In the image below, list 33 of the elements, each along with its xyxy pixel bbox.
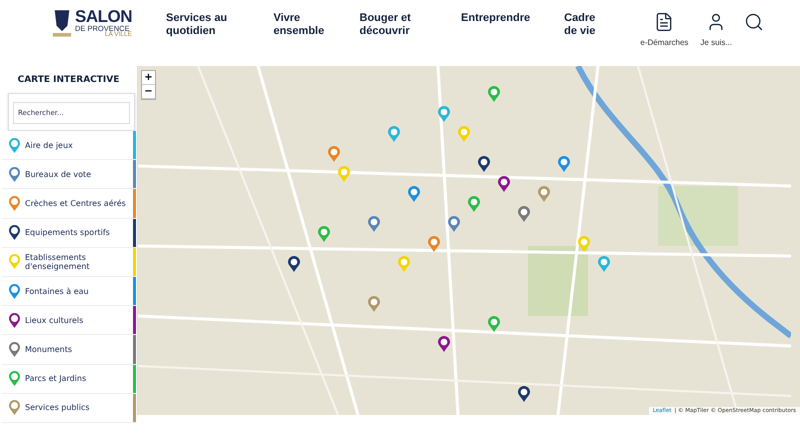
category-item[interactable]: Bureaux de vote — [2, 160, 136, 190]
map-pin-icon — [8, 312, 21, 329]
search-button[interactable] — [744, 12, 764, 32]
category-item[interactable]: Lieux culturels — [2, 306, 136, 336]
nav-link[interactable]: Vivre ensemble — [273, 12, 326, 38]
category-item[interactable]: Aire de jeux — [2, 131, 136, 160]
category-item[interactable]: Parcs et Jardins — [2, 364, 136, 394]
map-pin-icon — [8, 399, 21, 416]
sidebar-title: CARTE INTERACTIVE — [16, 74, 120, 87]
map-pin-icon — [8, 340, 21, 358]
nav-link[interactable]: Bouger et découvrir — [360, 12, 428, 38]
category-item[interactable]: Etablissements d'enseignement — [2, 248, 136, 277]
map-pin-icon — [8, 253, 21, 270]
user-link[interactable]: Je suis... — [700, 12, 732, 47]
nav-link[interactable]: Cadre de vie — [564, 12, 606, 38]
category-item[interactable]: Crèches et Centres aérés — [2, 189, 136, 219]
map-pin-icon — [8, 136, 21, 154]
nav-link[interactable]: Entreprendre — [461, 12, 530, 38]
category-item[interactable]: Equipements sportifs — [2, 218, 136, 248]
map-pin-icon — [8, 194, 21, 212]
zoom-in-button[interactable]: + — [142, 71, 155, 85]
map-pin-icon — [8, 224, 21, 242]
document-icon — [654, 12, 674, 32]
map-pin-icon — [8, 370, 21, 388]
nav-link[interactable]: Services au quotidien — [166, 12, 240, 38]
category-item[interactable]: Fontaines à eau — [2, 276, 136, 306]
map-pin-icon — [8, 166, 21, 183]
logo-title: SALON — [75, 8, 132, 24]
category-item[interactable]: Services publics — [2, 394, 136, 423]
document-link[interactable]: e-Démarches — [640, 12, 688, 47]
search-icon — [744, 12, 764, 32]
map-pin-icon — [8, 282, 21, 300]
category-item[interactable]: Monuments — [2, 335, 136, 364]
